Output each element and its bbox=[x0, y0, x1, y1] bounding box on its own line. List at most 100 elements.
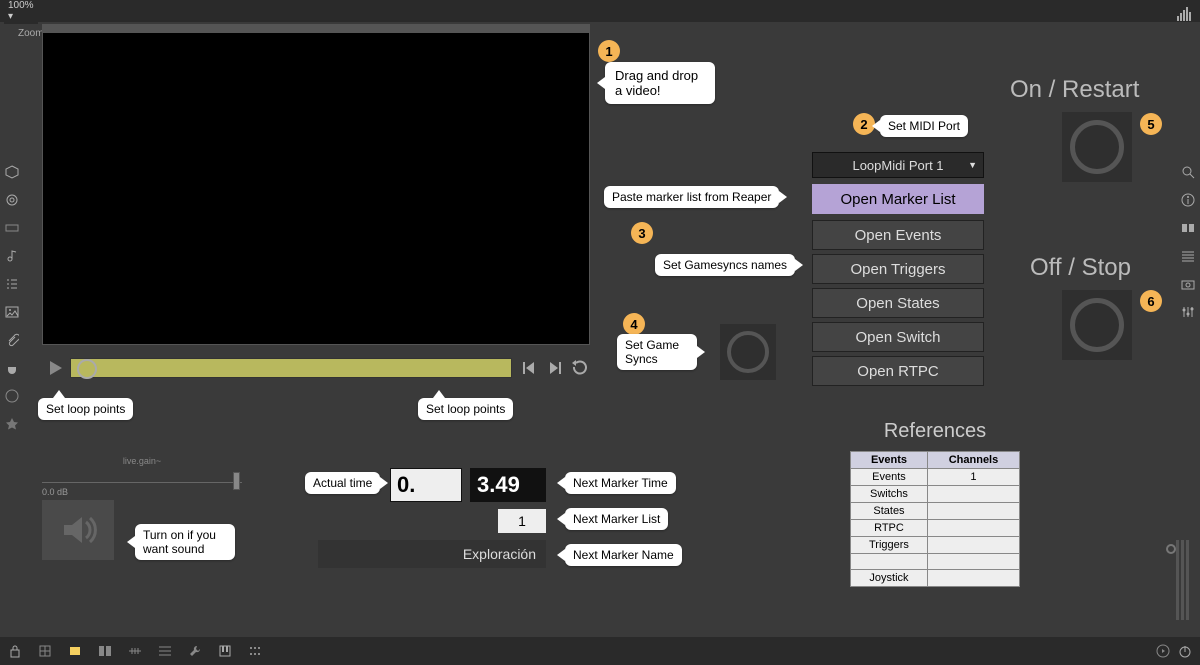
next-marker-time-display: 3.49 bbox=[470, 468, 546, 502]
on-restart-heading: On / Restart bbox=[1010, 76, 1139, 104]
loop-start-marker[interactable] bbox=[77, 359, 97, 379]
gain-db: 0.0 dB bbox=[42, 487, 68, 497]
open-rtpc-button[interactable]: Open RTPC bbox=[812, 356, 984, 386]
panels-icon[interactable] bbox=[98, 644, 112, 658]
refs-header-channels: Channels bbox=[927, 452, 1019, 469]
lock-icon[interactable] bbox=[8, 644, 22, 658]
vu-knob[interactable] bbox=[1166, 544, 1176, 554]
references-table: EventsChannels Events1 Switchs States RT… bbox=[850, 451, 1020, 587]
star-icon[interactable] bbox=[5, 417, 19, 431]
open-switch-button[interactable]: Open Switch bbox=[812, 322, 984, 352]
gain-slider[interactable]: live.gain~ 0.0 dB bbox=[42, 454, 242, 486]
refs-cell bbox=[927, 554, 1019, 570]
refs-cell: States bbox=[851, 503, 928, 520]
zoom-label: Zoom bbox=[18, 28, 44, 39]
cube-icon[interactable] bbox=[5, 165, 19, 179]
prev-frame-button[interactable] bbox=[520, 359, 538, 377]
note-icon[interactable] bbox=[5, 249, 19, 263]
on-restart-button[interactable] bbox=[1062, 112, 1132, 182]
list-icon[interactable] bbox=[5, 277, 19, 291]
callout-set-midi: Set MIDI Port bbox=[880, 115, 968, 137]
refs-cell bbox=[851, 554, 928, 570]
top-toolbar: 100% ▾ bbox=[0, 0, 1200, 22]
dots-icon[interactable] bbox=[248, 644, 262, 658]
references-title: References bbox=[850, 420, 1020, 443]
info-icon[interactable] bbox=[1181, 193, 1195, 207]
game-sync-button[interactable] bbox=[720, 324, 776, 380]
loop-button[interactable] bbox=[572, 359, 590, 377]
refs-cell bbox=[927, 486, 1019, 503]
refs-cell bbox=[927, 537, 1019, 554]
open-states-button[interactable]: Open States bbox=[812, 288, 984, 318]
open-events-button[interactable]: Open Events bbox=[812, 220, 984, 250]
play-small-icon[interactable] bbox=[1156, 644, 1170, 658]
callout-drag-video: Drag and drop a video! bbox=[605, 62, 715, 104]
piano-icon[interactable] bbox=[218, 644, 232, 658]
badge-6: 6 bbox=[1140, 290, 1162, 312]
video-position-strip[interactable] bbox=[42, 24, 590, 32]
grid-icon[interactable] bbox=[38, 644, 52, 658]
callout-paste-marker: Paste marker list from Reaper bbox=[604, 186, 779, 208]
actual-time-display: 0. bbox=[390, 468, 462, 502]
sound-toggle[interactable] bbox=[42, 500, 114, 560]
midi-port-select[interactable]: LoopMidi Port 1 bbox=[812, 152, 984, 178]
open-triggers-button[interactable]: Open Triggers bbox=[812, 254, 984, 284]
globe-icon[interactable] bbox=[5, 389, 19, 403]
scrub-track[interactable] bbox=[70, 358, 512, 378]
callout-turn-on-sound: Turn on if you want sound bbox=[135, 524, 235, 560]
right-sidebar bbox=[1176, 165, 1200, 319]
refs-cell: Switchs bbox=[851, 486, 928, 503]
badge-5: 5 bbox=[1140, 113, 1162, 135]
rect-icon[interactable] bbox=[5, 221, 19, 235]
refs-cell: RTPC bbox=[851, 520, 928, 537]
off-stop-heading: Off / Stop bbox=[1030, 254, 1131, 282]
callout-loop-left: Set loop points bbox=[38, 398, 133, 420]
present-icon[interactable] bbox=[68, 644, 82, 658]
sliders-icon[interactable] bbox=[1181, 305, 1195, 319]
callout-actual-time: Actual time bbox=[305, 472, 380, 494]
power-icon[interactable] bbox=[1178, 644, 1192, 658]
callout-set-game-syncs: Set Game Syncs bbox=[617, 334, 697, 370]
vu-meters bbox=[1176, 540, 1194, 620]
panel-icon[interactable] bbox=[1181, 221, 1195, 235]
callout-next-marker-time: Next Marker Time bbox=[565, 472, 676, 494]
play-button[interactable] bbox=[42, 354, 70, 382]
open-marker-list-button[interactable]: Open Marker List bbox=[812, 184, 984, 214]
callout-next-marker-list: Next Marker List bbox=[565, 508, 668, 530]
references-panel: References EventsChannels Events1 Switch… bbox=[850, 420, 1020, 587]
mixer-icon[interactable] bbox=[1176, 6, 1192, 22]
zoom-dropdown[interactable]: 100% ▾ bbox=[4, 0, 38, 24]
off-stop-button[interactable] bbox=[1062, 290, 1132, 360]
image-icon[interactable] bbox=[5, 305, 19, 319]
gain-label: live.gain~ bbox=[42, 456, 242, 466]
transport-bar bbox=[42, 353, 590, 383]
lines-icon[interactable] bbox=[1181, 249, 1195, 263]
layers-icon[interactable] bbox=[158, 644, 172, 658]
target-icon[interactable] bbox=[5, 193, 19, 207]
refs-cell: Triggers bbox=[851, 537, 928, 554]
bottom-toolbar bbox=[0, 637, 1200, 665]
toolbar-icon-close[interactable] bbox=[978, 0, 1200, 86]
clip-icon[interactable] bbox=[5, 333, 19, 347]
gain-handle[interactable] bbox=[233, 472, 240, 490]
refs-cell: Joystick bbox=[851, 570, 928, 587]
refs-cell: 1 bbox=[927, 469, 1019, 486]
badge-3: 3 bbox=[631, 222, 653, 244]
refs-cell bbox=[927, 570, 1019, 587]
next-frame-button[interactable] bbox=[546, 359, 564, 377]
next-marker-name-display: Exploración bbox=[318, 540, 546, 568]
badge-4: 4 bbox=[623, 313, 645, 335]
timeline-icon[interactable] bbox=[128, 644, 142, 658]
left-sidebar bbox=[0, 165, 24, 431]
video-preview[interactable] bbox=[42, 32, 590, 345]
refs-cell: Events bbox=[851, 469, 928, 486]
callout-next-marker-name: Next Marker Name bbox=[565, 544, 682, 566]
plug-icon[interactable] bbox=[5, 361, 19, 375]
camera-icon[interactable] bbox=[1181, 277, 1195, 291]
callout-loop-right: Set loop points bbox=[418, 398, 513, 420]
badge-1: 1 bbox=[598, 40, 620, 62]
wrench-icon[interactable] bbox=[188, 644, 202, 658]
search-icon[interactable] bbox=[1181, 165, 1195, 179]
refs-header-events: Events bbox=[851, 452, 928, 469]
callout-gamesync-names: Set Gamesyncs names bbox=[655, 254, 795, 276]
